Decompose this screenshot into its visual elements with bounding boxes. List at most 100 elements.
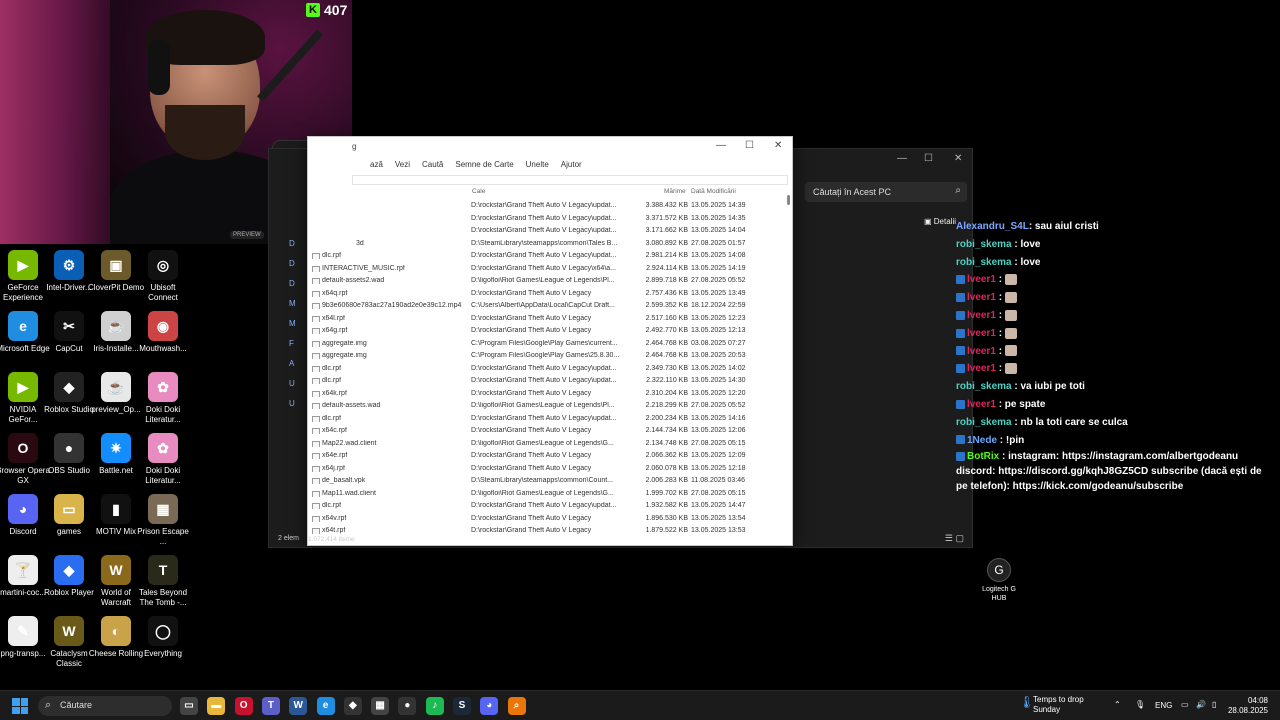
menu-item[interactable]: Ajutor (561, 160, 582, 169)
minimize-button[interactable]: — (716, 140, 726, 151)
minimize-button[interactable]: — (897, 153, 907, 164)
menu-item[interactable]: Unelte (526, 160, 549, 169)
desktop-icon[interactable]: ◎ Ubisoft Connect (135, 250, 191, 303)
chat-username[interactable]: lveer1 (967, 274, 996, 285)
chat-username[interactable]: lveer1 (967, 310, 996, 321)
table-row[interactable]: x64e.rpf D:\rockstar\Grand Theft Auto V L… (308, 450, 784, 463)
table-row[interactable]: Map11.wad.client D:\ligofloi\Riot Games\L… (308, 488, 784, 501)
everything-search-window[interactable]: g — ☐ ✕ ază Vezi Caută Semne de Carte Unelte… (307, 136, 793, 546)
details-button[interactable]: ▣ Detalii (924, 217, 956, 226)
desktop-icon[interactable]: T Tales Beyond The Tomb -... (135, 555, 191, 608)
taskbar-edge-icon[interactable]: e (316, 697, 335, 715)
table-row[interactable]: x64c.rpf D:\rockstar\Grand Theft Auto V L… (308, 425, 784, 438)
search-input[interactable]: Căutați în Acest PC ⌕ (805, 182, 967, 202)
nav-item[interactable]: M (269, 319, 307, 339)
maximize-button[interactable]: ☐ (924, 153, 933, 164)
chat-username[interactable]: 1Nede (967, 435, 997, 446)
chat-username[interactable]: robi_skema (956, 417, 1012, 428)
desktop-icon[interactable]: ◯ Everything (135, 616, 191, 659)
table-row[interactable]: dlc.rpf D:\rockstar\Grand Theft Auto V Le… (308, 363, 784, 376)
table-row[interactable]: dlc.rpf D:\rockstar\Grand Theft Auto V Le… (308, 250, 784, 263)
table-row[interactable]: dlc.rpf D:\rockstar\Grand Theft Auto V Le… (308, 375, 784, 388)
desktop-icon[interactable]: ✿ Doki Doki Literatur... (135, 372, 191, 425)
taskbar-obs-icon[interactable]: ● (398, 697, 417, 715)
column-size[interactable]: Mărime (664, 188, 686, 195)
close-button[interactable]: ✕ (954, 153, 962, 164)
chat-username[interactable]: lveer1 (967, 399, 996, 410)
taskbar-unity-icon[interactable]: ◆ (343, 697, 362, 715)
menu-item[interactable]: Semne de Carte (455, 160, 513, 169)
search-field[interactable] (352, 175, 788, 185)
chat-username[interactable]: Alexandru_S4L (956, 221, 1029, 232)
microphone-icon[interactable]: 🎙 (1135, 700, 1145, 709)
table-row[interactable]: aggregate.img C:\Program Files\Google\Pla… (308, 338, 784, 351)
desktop-icon[interactable]: ◉ Mouthwash... (135, 311, 191, 354)
menu-item[interactable]: Vezi (395, 160, 410, 169)
nav-item[interactable]: M (269, 299, 307, 319)
chat-username[interactable]: robi_skema (956, 239, 1012, 250)
volume-icon[interactable]: 🔊 (1196, 700, 1206, 709)
nav-item[interactable]: A (269, 359, 307, 379)
taskbar-discord-icon[interactable]: ◕ (480, 697, 499, 715)
nav-item[interactable]: D (269, 239, 307, 259)
language-indicator[interactable]: ENG (1155, 701, 1172, 710)
table-row[interactable]: x64j.rpf D:\rockstar\Grand Theft Auto V L… (308, 463, 784, 476)
start-button[interactable] (12, 698, 28, 714)
taskbar-spotify-icon[interactable]: ♪ (425, 697, 444, 715)
weather-widget[interactable]: 🌡 Temps to drop Sunday (1019, 695, 1084, 715)
taskbar-everything-icon[interactable]: ⌕ (507, 697, 526, 715)
taskbar-file-explorer-icon[interactable]: ▬ (207, 697, 226, 715)
chat-username[interactable]: lveer1 (967, 292, 996, 303)
network-icon[interactable]: ▭ (1181, 700, 1189, 709)
chat-username[interactable]: BotRix (967, 451, 999, 462)
battery-icon[interactable]: ▯ (1212, 700, 1216, 709)
table-row[interactable]: x64l.rpf D:\rockstar\Grand Theft Auto V L… (308, 313, 784, 326)
table-row[interactable]: D:\rockstar\Grand Theft Auto V Legacy\up… (308, 200, 784, 213)
table-row[interactable]: de_basalt.vpk D:\SteamLibrary\steamapps\c… (308, 475, 784, 488)
nav-item[interactable]: U (269, 379, 307, 399)
table-row[interactable]: aggregate.img C:\Program Files\Google\Pla… (308, 350, 784, 363)
table-row[interactable]: INTERACTIVE_MUSIC.rpf D:\rockstar\Grand T… (308, 263, 784, 276)
chat-username[interactable]: lveer1 (967, 363, 996, 374)
table-row[interactable]: D:\rockstar\Grand Theft Auto V Legacy\up… (308, 213, 784, 226)
table-row[interactable]: x64q.rpf D:\rockstar\Grand Theft Auto V L… (308, 288, 784, 301)
desktop-icon[interactable]: ✿ Doki Doki Literatur... (135, 433, 191, 486)
menu-item[interactable]: Caută (422, 160, 443, 169)
table-row[interactable]: 9b3e60680e783ac27a190ad2e0e39c12.mp4 C:\U… (308, 300, 784, 313)
table-row[interactable]: D:\rockstar\Grand Theft Auto V Legacy\up… (308, 225, 784, 238)
clock[interactable]: 04:08 28.08.2025 (1228, 696, 1268, 716)
table-row[interactable]: Map22.wad.client D:\ligofloi\Riot Games\L… (308, 438, 784, 451)
chat-username[interactable]: robi_skema (956, 257, 1012, 268)
nav-item[interactable]: U (269, 399, 307, 419)
menu-item[interactable]: ază (370, 160, 383, 169)
table-row[interactable]: x64v.rpf D:\rockstar\Grand Theft Auto V L… (308, 513, 784, 526)
maximize-button[interactable]: ☐ (745, 140, 754, 151)
table-row[interactable]: default-assets.wad D:\ligofloi\Riot Games… (308, 400, 784, 413)
nav-item[interactable]: D (269, 259, 307, 279)
taskbar-opera-gx-icon[interactable]: O (234, 697, 253, 715)
chat-username[interactable]: robi_skema (956, 381, 1012, 392)
taskbar-store-icon[interactable]: ▦ (371, 697, 390, 715)
table-row[interactable]: x64k.rpf D:\rockstar\Grand Theft Auto V L… (308, 388, 784, 401)
chat-username[interactable]: lveer1 (967, 346, 996, 357)
chat-username[interactable]: lveer1 (967, 328, 996, 339)
table-row[interactable]: dlc.rpf D:\rockstar\Grand Theft Auto V Le… (308, 500, 784, 513)
close-button[interactable]: ✕ (774, 140, 782, 151)
chevron-up-icon[interactable]: ⌃ (1114, 700, 1121, 709)
view-toggle-icon[interactable]: ☰ ▢ (945, 533, 964, 544)
taskbar-steam-icon[interactable]: S (453, 697, 471, 715)
table-row[interactable]: x64g.rpf D:\rockstar\Grand Theft Auto V L… (308, 325, 784, 338)
table-row[interactable]: x64t.rpf D:\rockstar\Grand Theft Auto V L… (308, 525, 784, 538)
taskbar-teams-icon[interactable]: T (261, 697, 280, 715)
table-row[interactable]: D:\SteamLibrary\steamapps\common\Tales B… (308, 238, 784, 251)
desktop-icon[interactable]: ▦ Prison Escape ... (135, 494, 191, 547)
taskbar-task-view-icon[interactable]: ▭ (180, 697, 198, 715)
table-row[interactable]: default-assets2.wad D:\ligofloi\Riot Game… (308, 275, 784, 288)
column-date[interactable]: Dată Modificării (691, 188, 736, 195)
taskbar-word-icon[interactable]: W (289, 697, 308, 715)
nav-item[interactable]: D (269, 279, 307, 299)
desktop-icon-logitech[interactable]: G Logitech G HUB (975, 558, 1023, 603)
taskbar-search[interactable]: ⌕ Căutare (38, 696, 172, 716)
scrollbar[interactable] (787, 195, 790, 205)
column-path[interactable]: Cale (472, 188, 485, 195)
